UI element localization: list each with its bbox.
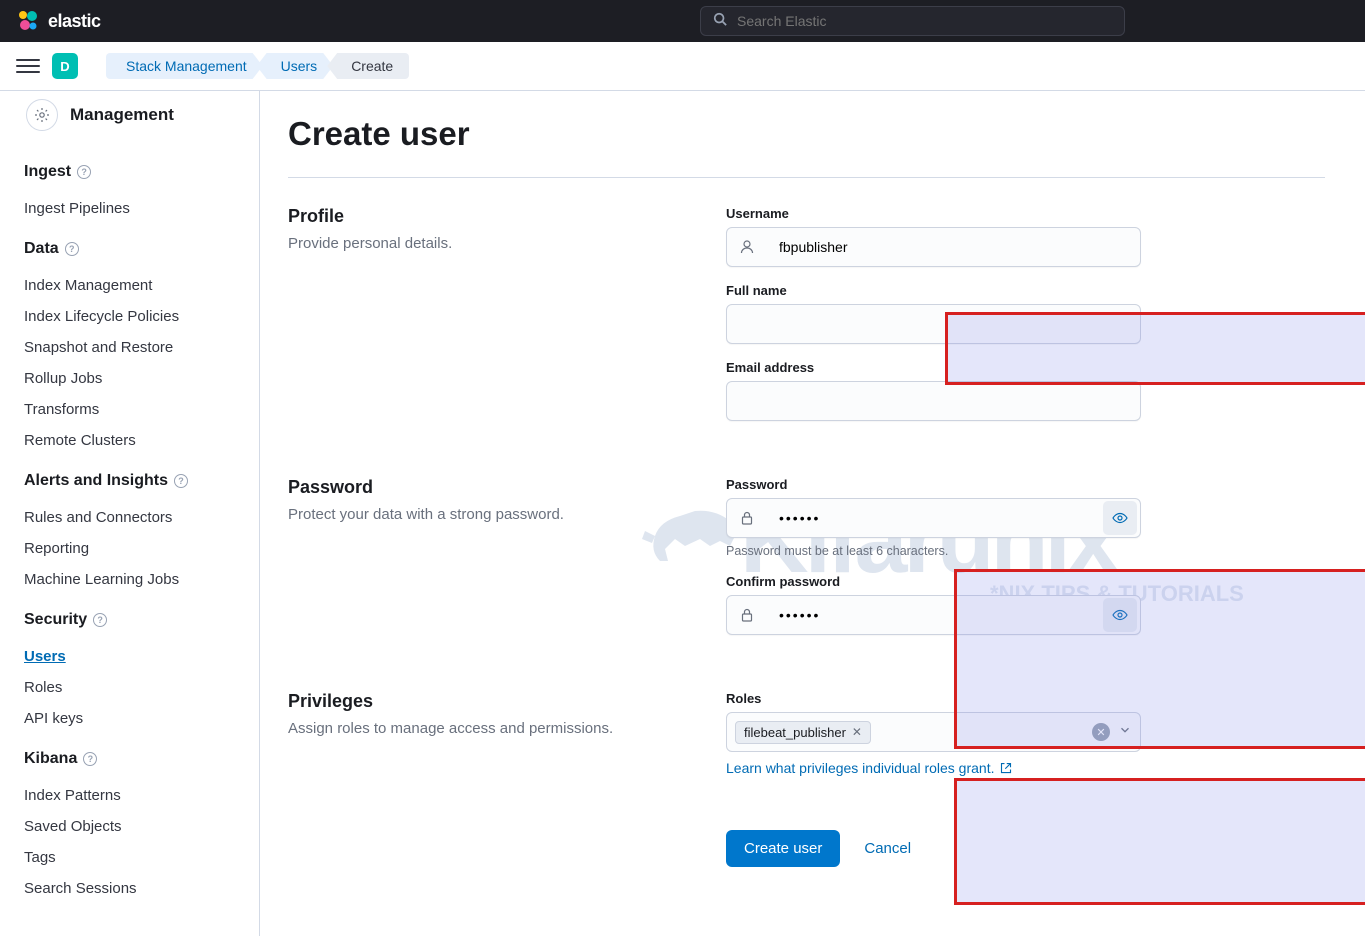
sidebar-item[interactable]: Transforms [24,394,235,425]
fullname-input-wrap[interactable] [726,304,1141,344]
password-heading: Password [288,477,686,498]
sidebar-item[interactable]: Rules and Connectors [24,502,235,533]
fullname-input[interactable] [727,305,1140,343]
breadcrumb-create: Create [327,53,409,79]
email-input[interactable] [727,382,1140,420]
chevron-down-icon[interactable] [1118,723,1132,742]
sidebar-group: Security? UsersRolesAPI keys [0,595,259,734]
sidebar-group-title: Ingest? [24,163,235,181]
actions-row: Create user Cancel [288,814,1325,867]
fullname-label: Full name [726,283,1141,298]
brand-name: elastic [48,11,101,32]
profile-heading: Profile [288,206,686,227]
roles-combobox[interactable]: filebeat_publisher ✕ ✕ [726,712,1141,752]
roles-help-link[interactable]: Learn what privileges individual roles g… [726,760,1012,776]
sidebar-group-title: Kibana? [24,750,235,768]
sidebar-item[interactable]: Index Lifecycle Policies [24,301,235,332]
confirm-input[interactable] [767,596,1103,634]
space-badge[interactable]: D [52,53,78,79]
profile-desc: Provide personal details. [288,235,686,252]
search-input[interactable] [737,13,1112,29]
create-user-button[interactable]: Create user [726,830,840,867]
privileges-heading: Privileges [288,691,686,712]
sidebar-title: Management [70,105,174,125]
sidebar-item[interactable]: Remote Clusters [24,425,235,456]
sidebar-item[interactable]: Search Sessions [24,873,235,904]
navbar: D Stack Management Users Create [0,42,1365,91]
password-input[interactable] [767,499,1103,537]
elastic-logo-icon [16,9,40,33]
password-input-wrap[interactable] [726,498,1141,538]
help-icon[interactable]: ? [83,752,97,766]
sidebar-item[interactable]: Snapshot and Restore [24,332,235,363]
breadcrumb: Stack Management Users Create [106,53,409,79]
section-privileges: Privileges Assign roles to manage access… [288,691,1325,794]
gear-icon [26,99,58,131]
user-icon [727,239,767,255]
username-label: Username [726,206,1141,221]
sidebar-group-title: Alerts and Insights? [24,472,235,490]
breadcrumb-stack-management[interactable]: Stack Management [106,53,263,79]
section-profile: Profile Provide personal details. Userna… [288,206,1325,437]
help-icon[interactable]: ? [93,613,107,627]
search-icon [713,12,727,31]
lock-icon [727,510,767,526]
password-hint: Password must be at least 6 characters. [726,544,1141,558]
menu-toggle-icon[interactable] [16,54,40,78]
cancel-button[interactable]: Cancel [864,840,911,857]
clear-roles-icon[interactable]: ✕ [1092,723,1110,741]
section-password: Password Protect your data with a strong… [288,477,1325,651]
show-password-button[interactable] [1103,501,1137,535]
sidebar-group: Ingest? Ingest Pipelines [0,147,259,224]
role-chip-label: filebeat_publisher [744,725,846,740]
sidebar-item[interactable]: Index Patterns [24,780,235,811]
sidebar-item[interactable]: Tags [24,842,235,873]
page-title: Create user [288,115,1325,153]
help-icon[interactable]: ? [174,474,188,488]
sidebar-group-title: Data? [24,240,235,258]
remove-role-icon[interactable]: ✕ [852,725,862,739]
breadcrumb-users[interactable]: Users [257,53,334,79]
sidebar-item[interactable]: Roles [24,672,235,703]
global-search[interactable] [700,6,1125,36]
sidebar-group: Data? Index ManagementIndex Lifecycle Pol… [0,224,259,456]
email-input-wrap[interactable] [726,381,1141,421]
sidebar-header: Management [0,91,259,147]
sidebar: Management Ingest? Ingest Pipelines Data? I… [0,91,260,936]
username-input-wrap[interactable] [726,227,1141,267]
sidebar-item[interactable]: Ingest Pipelines [24,193,235,224]
sidebar-group: Kibana? Index PatternsSaved ObjectsTagsSe… [0,734,259,904]
content: Kifarunix *NIX TIPS & TUTORIALS Create u… [260,91,1365,936]
help-icon[interactable]: ? [65,242,79,256]
external-link-icon [1000,762,1012,774]
sidebar-item[interactable]: Users [24,641,235,672]
show-confirm-button[interactable] [1103,598,1137,632]
confirm-input-wrap[interactable] [726,595,1141,635]
sidebar-group-title: Security? [24,611,235,629]
email-label: Email address [726,360,1141,375]
sidebar-item[interactable]: Rollup Jobs [24,363,235,394]
password-label: Password [726,477,1141,492]
sidebar-item[interactable]: API keys [24,703,235,734]
role-chip[interactable]: filebeat_publisher ✕ [735,721,871,744]
help-icon[interactable]: ? [77,165,91,179]
sidebar-item[interactable]: Machine Learning Jobs [24,564,235,595]
brand-logo[interactable]: elastic [16,9,101,33]
username-input[interactable] [767,228,1140,266]
lock-icon [727,607,767,623]
confirm-label: Confirm password [726,574,1141,589]
sidebar-item[interactable]: Saved Objects [24,811,235,842]
password-desc: Protect your data with a strong password… [288,506,686,523]
sidebar-group: Alerts and Insights? Rules and Connectors… [0,456,259,595]
divider [288,177,1325,178]
sidebar-item[interactable]: Reporting [24,533,235,564]
sidebar-item[interactable]: Index Management [24,270,235,301]
topbar: elastic [0,0,1365,42]
roles-label: Roles [726,691,1141,706]
privileges-desc: Assign roles to manage access and permis… [288,720,686,737]
